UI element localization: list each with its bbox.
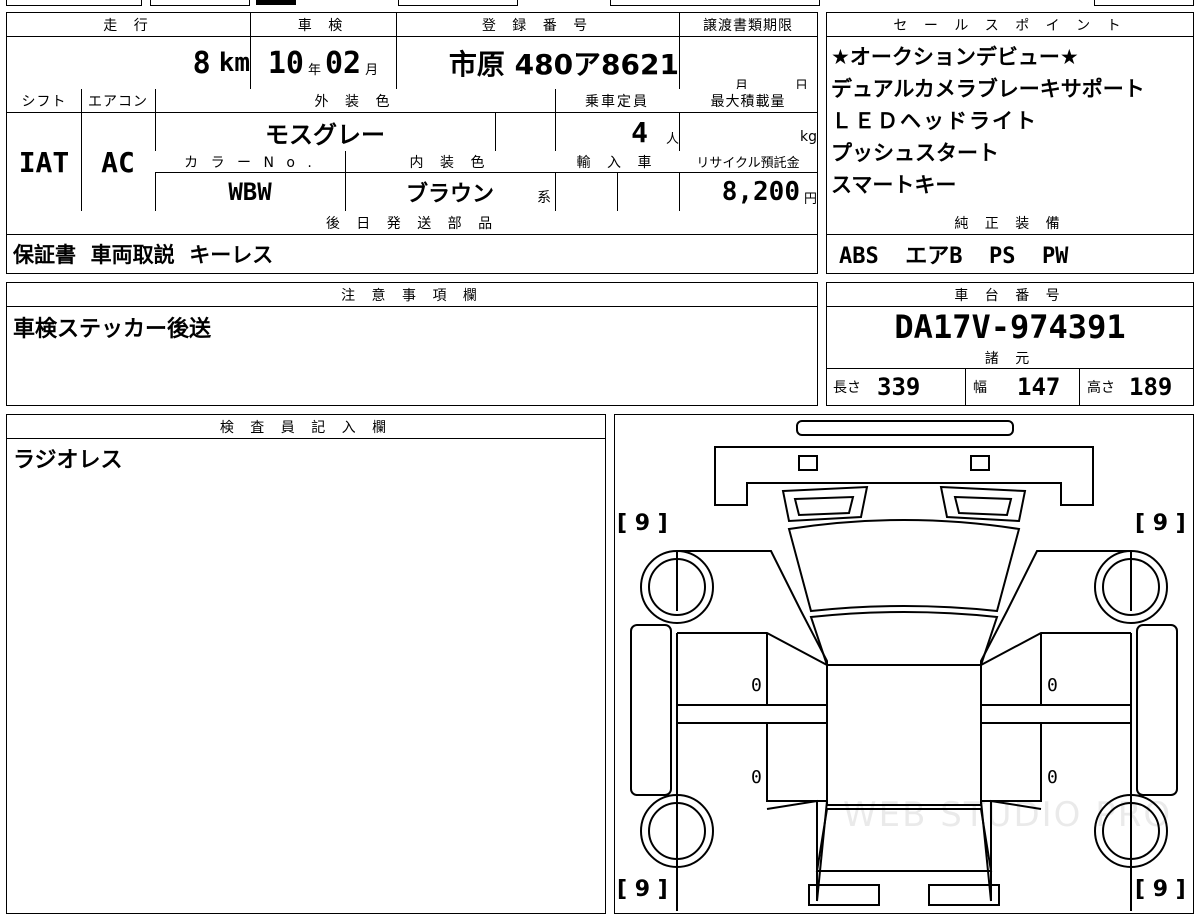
- capacity-value: 4 人: [631, 115, 679, 149]
- notes-value: 車検ステッカー後送: [13, 317, 212, 342]
- shift-value: IAT: [18, 145, 70, 179]
- registration-value: 市原 480ア8621: [448, 48, 679, 81]
- color-no-header: カ ラ ー N o .: [155, 151, 345, 173]
- chassis-no-header: 車 台 番 号: [827, 283, 1193, 307]
- recycle-fee-header: リサイクル預託金: [679, 151, 817, 173]
- max-load-header: 最大積載量: [679, 89, 817, 113]
- aircon-header: エアコン: [81, 89, 155, 113]
- capacity-header: 乗車定員: [555, 89, 679, 113]
- aircon-value: AC: [101, 145, 135, 179]
- sales-points-header: セ ー ル ス ポ イ ン ト: [827, 13, 1193, 37]
- recycle-fee-value: 8,200 円: [721, 177, 817, 207]
- car-diagram-panel: [ 9 ] [ 9 ] [ 9 ] [ 9 ] 0 0 0 0 WEB STUD…: [614, 414, 1194, 914]
- mileage-header: 走 行: [7, 13, 250, 37]
- zero-mark: 0: [751, 675, 762, 696]
- height-spec: 高さ 189: [1087, 373, 1173, 401]
- length-spec: 長さ 339: [833, 373, 921, 401]
- sales-point-item: ＬＥＤヘッドライト: [831, 109, 1038, 133]
- zero-mark: 0: [751, 767, 762, 788]
- inspector-panel: 検 査 員 記 入 欄 ラジオレス: [6, 414, 606, 914]
- width-spec: 幅 147: [973, 373, 1061, 401]
- zero-mark: 0: [1047, 767, 1058, 788]
- later-parts-value: 保証書 車両取説 キーレス: [13, 243, 274, 267]
- sales-points-list: ★オークションデビュー★ デュアルカメラブレーキサポート ＬＥＤヘッドライト プ…: [831, 41, 1191, 201]
- notes-header: 注 意 事 項 欄: [7, 283, 817, 307]
- inspection-value: 10 年 02 月: [267, 45, 379, 81]
- interior-color-value: ブラウン 系: [405, 182, 551, 207]
- sales-points-panel: セ ー ル ス ポ イ ン ト ★オークションデビュー★ デュアルカメラブレーキ…: [826, 12, 1194, 274]
- vehicle-info-table: 走 行 車 検 登 録 番 号 譲渡書類期限 8 km 10 年 02 月 市原…: [6, 12, 818, 274]
- tire-front-right-label: [ 9 ]: [1135, 511, 1186, 536]
- color-no-value: WBW: [228, 178, 272, 206]
- standard-equipment-value: ABS エアB PS PW: [839, 244, 1069, 269]
- car-body-diagram: [630, 420, 1178, 911]
- inspection-header: 車 検: [250, 13, 396, 37]
- tire-rear-right-label: [ 9 ]: [1135, 877, 1186, 902]
- top-cutoff-strip: [0, 0, 1200, 8]
- max-load-value: kg: [800, 129, 817, 145]
- sales-point-item: デュアルカメラブレーキサポート: [831, 77, 1145, 101]
- later-parts-header: 後 日 発 送 部 品: [7, 211, 817, 235]
- inspector-header: 検 査 員 記 入 欄: [7, 415, 605, 439]
- inspector-note: ラジオレス: [13, 448, 123, 473]
- shift-header: シフト: [7, 89, 81, 113]
- notes-panel: 注 意 事 項 欄 車検ステッカー後送: [6, 282, 818, 406]
- mileage-value: 8 km: [192, 45, 250, 81]
- tire-front-left-label: [ 9 ]: [617, 511, 668, 536]
- standard-equipment-header: 純 正 装 備: [827, 211, 1193, 235]
- import-header: 輸 入 車: [555, 151, 679, 173]
- tire-rear-left-label: [ 9 ]: [617, 877, 668, 902]
- transfer-deadline-header: 譲渡書類期限: [679, 13, 817, 37]
- sales-point-item: ★オークションデビュー★: [831, 45, 1079, 69]
- registration-header: 登 録 番 号: [396, 13, 679, 37]
- exterior-color-header: 外 装 色: [155, 89, 555, 113]
- zero-mark: 0: [1047, 675, 1058, 696]
- watermark: WEB STUDIO PRO: [843, 795, 1173, 835]
- specs-header: 諸 元: [827, 347, 1193, 369]
- chassis-no-value: DA17V-974391: [894, 308, 1126, 346]
- sales-point-item: スマートキー: [831, 173, 957, 197]
- chassis-specs-panel: 車 台 番 号 DA17V-974391 諸 元 長さ 339 幅 147 高さ…: [826, 282, 1194, 406]
- interior-color-header: 内 装 色: [345, 151, 555, 173]
- sales-point-item: プッシュスタート: [831, 141, 999, 165]
- exterior-color-value: モスグレー: [265, 120, 385, 149]
